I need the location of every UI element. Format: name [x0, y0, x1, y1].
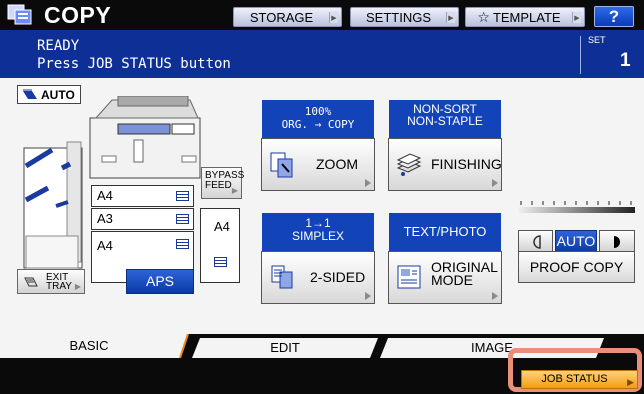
job-status-button[interactable]: JOB STATUS ▶	[521, 370, 638, 389]
settings-button[interactable]: SETTINGS ▶	[350, 7, 459, 27]
two-sided-label: 2-SIDED	[310, 269, 366, 285]
finishing-button[interactable]: FINISHING	[388, 138, 502, 191]
original-mode-button[interactable]: ORIGINAL MODE	[388, 251, 502, 304]
tab-basic[interactable]: BASIC	[0, 334, 178, 358]
paper-tray-icon	[214, 257, 227, 267]
exit-tray-label-2: TRAY	[46, 281, 72, 292]
template-button[interactable]: ☆ TEMPLATE ▶	[465, 7, 585, 27]
help-button[interactable]: ?	[594, 6, 634, 27]
settings-label: SETTINGS	[365, 9, 431, 25]
density-scale	[518, 201, 635, 213]
original-mode-info: TEXT/PHOTO	[389, 213, 501, 251]
zoom-info: 100% ORG. → COPY	[262, 100, 374, 138]
aps-button[interactable]: APS	[126, 269, 194, 294]
message-area: READY Press JOB STATUS button SET 1	[0, 30, 644, 78]
corner-arrow-icon	[492, 179, 498, 187]
chevron-right-icon: ▶	[446, 12, 455, 23]
proof-copy-button[interactable]: PROOF COPY	[518, 251, 635, 283]
original-mode-label-2: MODE	[431, 272, 473, 288]
chevron-right-icon: ▶	[572, 12, 581, 23]
darker-icon	[614, 236, 620, 248]
darker-button[interactable]	[599, 230, 635, 253]
chevron-right-icon: ▶	[627, 377, 634, 387]
zoom-button[interactable]: ZOOM	[261, 138, 375, 191]
tray-icon	[24, 277, 38, 287]
template-label: TEMPLATE	[492, 9, 561, 25]
chevron-right-icon: ▶	[329, 12, 338, 23]
auto-density-button[interactable]: AUTO	[555, 230, 597, 253]
zoom-direction: ORG. → COPY	[281, 118, 355, 131]
finishing-icon	[396, 153, 422, 176]
duplex-info: 1→1 SIMPLEX	[262, 213, 374, 251]
status-message: READY	[37, 38, 80, 54]
corner-arrow-icon	[365, 179, 371, 187]
storage-label: STORAGE	[249, 9, 314, 25]
instruction-message: Press JOB STATUS button	[37, 56, 231, 72]
duplex-mode: 1→1	[305, 216, 331, 230]
star-icon: ☆	[477, 8, 490, 25]
zoom-ratio: 100%	[304, 105, 332, 118]
app-title: COPY	[44, 2, 112, 28]
title-bar: COPY STORAGE ▶ SETTINGS ▶ ☆ TEMPLATE ▶ ?	[0, 0, 644, 30]
paper-tray-icon	[176, 191, 189, 201]
finishing-sort: NON-SORT	[413, 102, 477, 116]
drawer-size: A4	[97, 188, 113, 203]
drawer-size: A4	[97, 238, 113, 253]
lighter-icon	[533, 235, 541, 249]
finishing-info: NON-SORT NON-STAPLE	[389, 100, 501, 138]
exit-tray-button[interactable]: EXIT TRAY ▶	[17, 269, 85, 294]
lighter-button[interactable]	[518, 230, 553, 253]
bypass-paper-slot[interactable]: A4	[200, 208, 240, 283]
bypass-size: A4	[214, 219, 230, 234]
original-mode-icon	[397, 265, 421, 289]
two-sided-button[interactable]: 2-SIDED	[261, 251, 375, 304]
tab-edit[interactable]: EDIT	[196, 336, 374, 360]
zoom-label: ZOOM	[316, 156, 358, 172]
set-label: SET	[588, 35, 606, 45]
drawer-size: A3	[97, 211, 113, 226]
finishing-label: FINISHING	[431, 156, 502, 172]
status-bar: JOB STATUS ▶	[0, 348, 644, 394]
copy-app-icon	[7, 4, 32, 25]
zoom-icon	[270, 152, 293, 178]
paper-tray-icon	[176, 239, 189, 249]
corner-arrow-icon	[365, 292, 371, 300]
paper-tray-icon	[176, 214, 189, 224]
bypass-feed-button[interactable]: BYPASS FEED ▶	[201, 167, 244, 199]
original-mode-label: ORIGINAL MODE	[431, 260, 498, 288]
paper-drawer-1[interactable]: A4	[91, 185, 194, 207]
paper-drawer-2[interactable]: A3	[91, 208, 194, 230]
finishing-staple: NON-STAPLE	[407, 114, 483, 128]
storage-button[interactable]: STORAGE ▶	[233, 7, 342, 27]
two-sided-icon	[271, 265, 293, 289]
copy-settings-panel: AUTO A4 A3 A4 BYPASS FEED ▶ A4 EXIT TRAY…	[0, 78, 644, 358]
job-status-label: JOB STATUS	[541, 373, 608, 385]
divider	[580, 36, 581, 74]
corner-arrow-icon	[492, 292, 498, 300]
chevron-right-icon: ▶	[231, 186, 238, 195]
copy-count: 1	[620, 50, 631, 71]
chevron-right-icon: ▶	[74, 282, 81, 291]
duplex-type: SIMPLEX	[291, 229, 345, 243]
